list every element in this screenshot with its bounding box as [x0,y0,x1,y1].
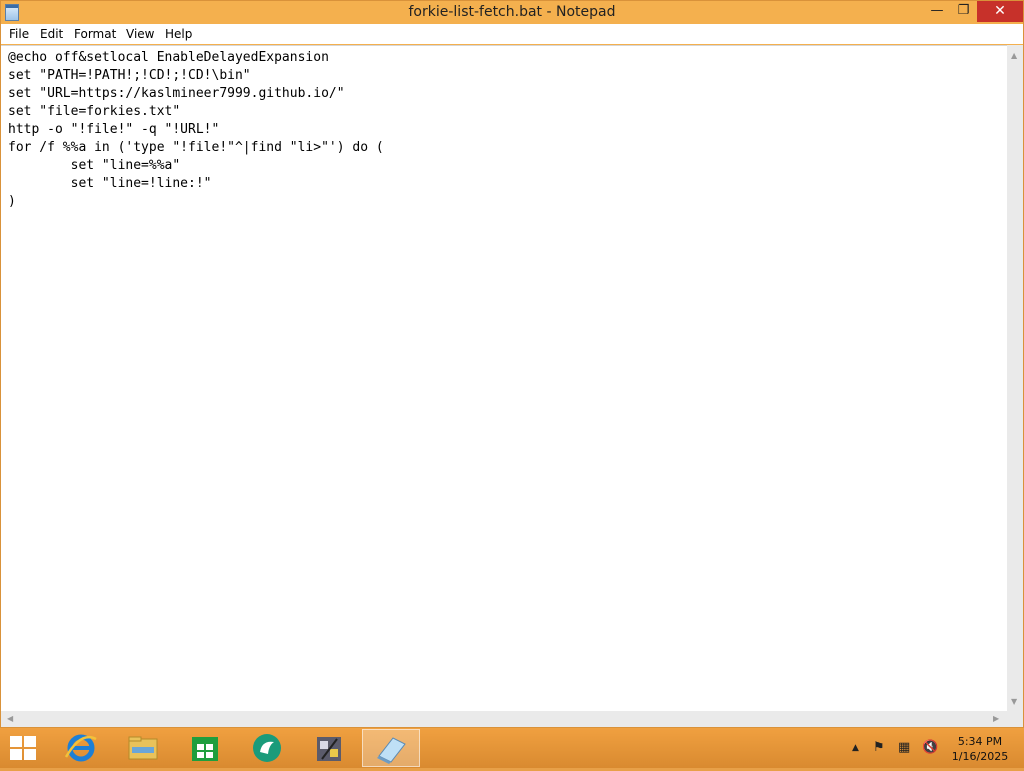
menu-help[interactable]: Help [165,27,192,41]
scroll-up-icon[interactable]: ▲ [1011,51,1017,60]
windows-logo-icon [10,749,22,760]
horizontal-scrollbar[interactable]: ◀ ▶ [1,711,1007,727]
taskbar-internet-explorer[interactable] [52,729,110,767]
title-bar[interactable]: forkie-list-fetch.bat - Notepad — ❐ ✕ [1,1,1023,24]
windows-logo-icon [24,749,36,760]
menu-file[interactable]: File [9,27,29,41]
window-title: forkie-list-fetch.bat - Notepad [408,4,616,20]
code-line: http -o "!file!" -q "!URL!" [8,122,220,137]
network-icon[interactable]: ▦ [898,740,910,755]
clock-time: 5:34 PM [957,735,1003,748]
menu-bar: File Edit Format View Help [1,24,1023,44]
windows-logo-icon [24,736,36,747]
windows-store-icon [192,737,218,761]
scroll-right-icon[interactable]: ▶ [993,714,999,723]
action-center-flag-icon[interactable]: ⚑ [873,740,885,755]
code-line: set "line=!line:!" [8,176,212,191]
menu-edit[interactable]: Edit [40,27,63,41]
start-button[interactable] [10,736,40,762]
windows-logo-icon [10,736,22,747]
notepad-icon [377,737,406,764]
code-line: set "URL=https://kaslmineer7999.github.i… [8,86,345,101]
show-hidden-icons-icon[interactable]: ▲ [852,743,859,753]
taskbar-windows-store[interactable] [176,729,234,767]
taskbar-green-app[interactable] [238,729,296,767]
code-line: set "line=%%a" [8,158,181,173]
internet-explorer-icon [64,734,97,762]
code-line: @echo off&setlocal EnableDelayedExpansio… [8,50,329,65]
green-app-icon [253,734,281,762]
taskbar-game-app[interactable] [300,729,358,767]
text-editor[interactable]: @echo off&setlocal EnableDelayedExpansio… [1,45,1007,711]
scroll-left-icon[interactable]: ◀ [7,714,13,723]
close-button[interactable]: ✕ [977,1,1023,22]
file-explorer-icon [128,736,158,760]
minimize-button[interactable]: — [923,1,951,22]
notepad-window: forkie-list-fetch.bat - Notepad — ❐ ✕ Fi… [0,0,1024,728]
code-line: for /f %%a in ('type "!file!"^|find "li>… [8,140,384,155]
menu-format[interactable]: Format [74,27,116,41]
code-line: set "file=forkies.txt" [8,104,181,119]
code-line: ) [8,194,16,209]
taskbar: ▲ ⚑ ▦ 🔇 5:34 PM 1/16/2025 [0,728,1024,768]
volume-muted-icon[interactable]: 🔇 [922,740,938,755]
clock-date: 1/16/2025 [951,750,1009,763]
game-app-icon [317,737,341,761]
menu-view[interactable]: View [126,27,154,41]
taskbar-notepad[interactable] [362,729,420,767]
taskbar-file-explorer[interactable] [114,729,172,767]
scroll-down-icon[interactable]: ▼ [1011,697,1017,706]
code-line: set "PATH=!PATH!;!CD!;!CD!\bin" [8,68,251,83]
scrollbar-corner [1007,711,1023,727]
clock[interactable]: 5:34 PM 1/16/2025 [950,734,1010,764]
vertical-scrollbar[interactable]: ▲ ▼ [1007,45,1023,711]
restore-button[interactable]: ❐ [951,1,976,22]
